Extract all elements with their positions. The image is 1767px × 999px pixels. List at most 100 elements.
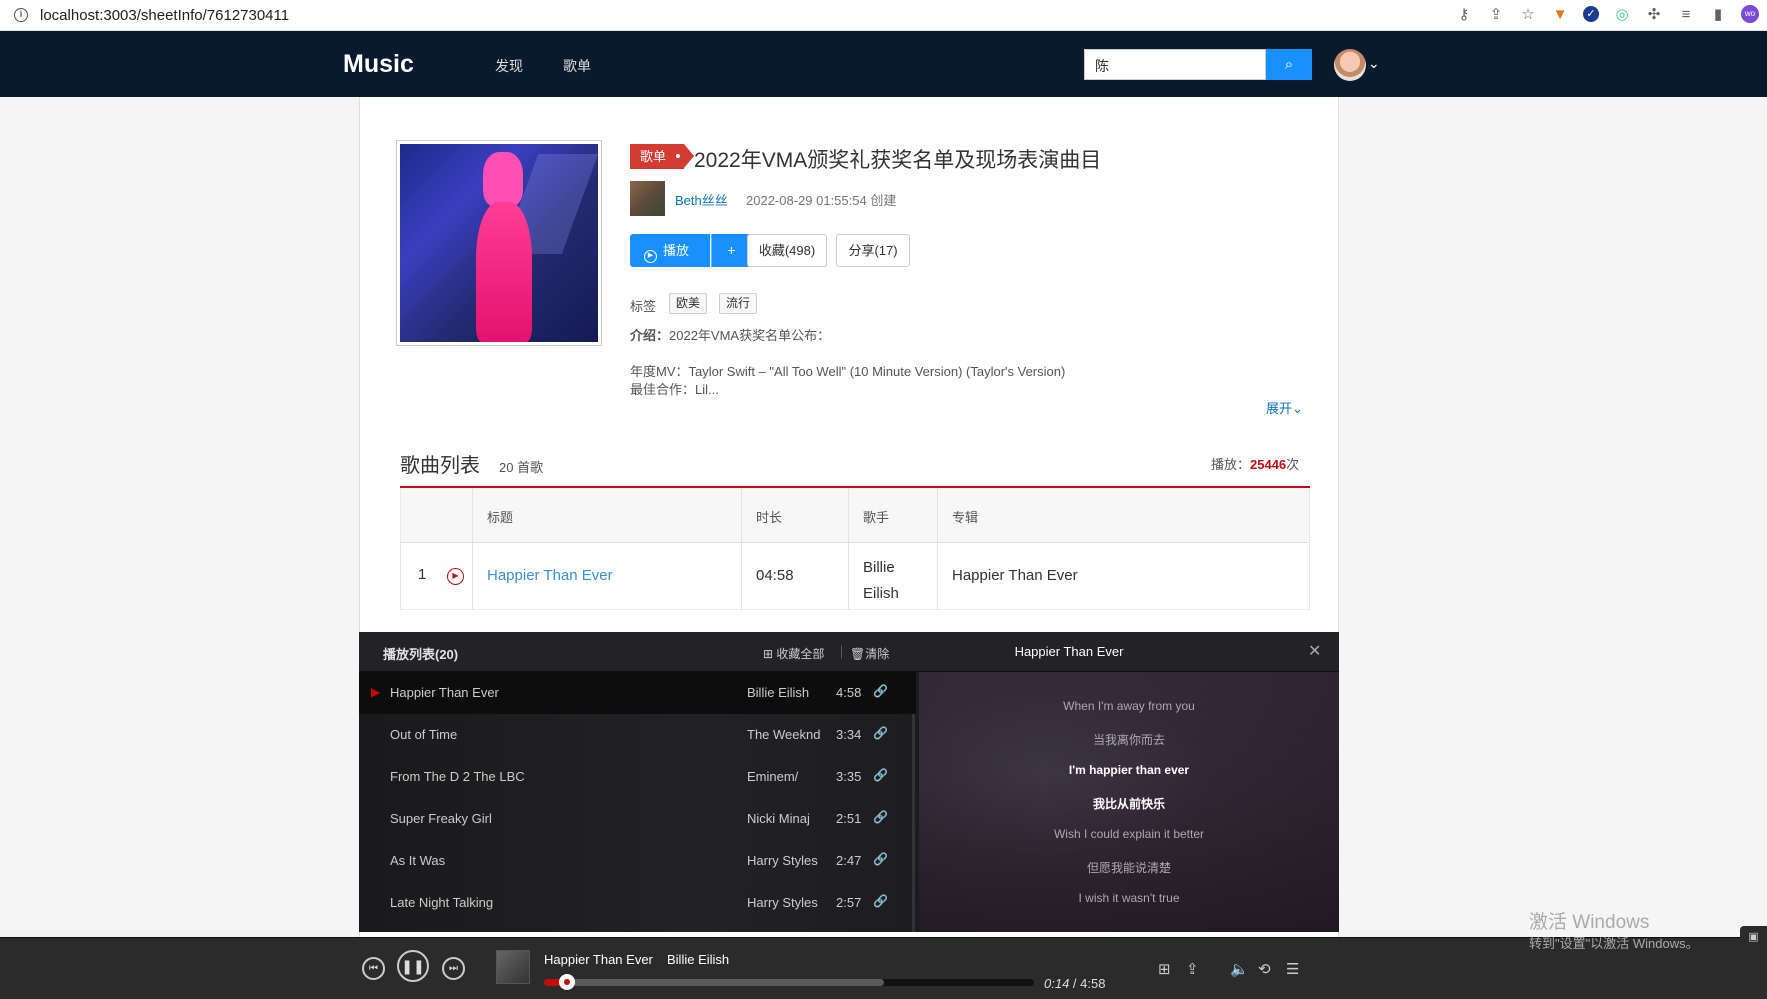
- buffer-bar: [544, 979, 884, 986]
- list-item[interactable]: From The D 2 The LBC Eminem/ 3:35 🔗: [359, 756, 916, 798]
- pause-icon: ❚❚: [401, 958, 425, 974]
- share-button[interactable]: 分享(17): [836, 234, 910, 267]
- lyric-line: Wish I could explain it better: [1053, 827, 1205, 841]
- side-panel-icon[interactable]: ▮: [1709, 5, 1727, 23]
- next-track-button[interactable]: ⏭: [442, 957, 465, 980]
- site-logo[interactable]: Music: [343, 50, 414, 79]
- play-button[interactable]: ▶ 播放: [630, 234, 710, 267]
- link-icon[interactable]: 🔗: [873, 684, 888, 698]
- play-circle-icon: ▶: [644, 250, 657, 263]
- check-extension-icon[interactable]: ✓: [1583, 6, 1599, 22]
- song-duration: 04:58: [756, 567, 794, 584]
- tag-chip[interactable]: 流行: [719, 293, 758, 314]
- volume-icon[interactable]: 🔈: [1230, 960, 1249, 978]
- list-item[interactable]: As It Was Harry Styles 2:47 🔗: [359, 840, 916, 882]
- song-count: 20 首歌: [499, 460, 544, 475]
- player-bar: ⏮ ❚❚ ⏭ Happier Than Ever Billie Eilish 0…: [0, 937, 1767, 999]
- share-icon[interactable]: ⇪: [1186, 960, 1199, 978]
- nav-playlists[interactable]: 歌单: [563, 56, 591, 76]
- chevron-down-icon[interactable]: ⌄: [1368, 55, 1380, 72]
- site-info-icon[interactable]: i: [14, 8, 28, 22]
- lyric-line-current: I'm happier than ever: [1068, 763, 1190, 777]
- chevron-down-icon: ⌄: [1292, 401, 1303, 416]
- creator-name[interactable]: Beth丝丝: [675, 190, 728, 209]
- intro-text: 最佳合作：Lil...: [630, 382, 719, 397]
- bookmark-star-icon[interactable]: ☆: [1519, 5, 1537, 23]
- playlist-panel-title: 播放列表(20): [383, 647, 459, 662]
- song-table-header: 标题 时长 歌手 专辑: [400, 488, 1310, 543]
- list-item[interactable]: Out of Time The Weeknd 3:34 🔗: [359, 714, 916, 756]
- system-tray-icon[interactable]: ▣: [1740, 926, 1767, 948]
- user-avatar[interactable]: [1334, 49, 1366, 81]
- tag-chip[interactable]: 欧美: [669, 293, 708, 314]
- column-header-album: 专辑: [952, 510, 979, 525]
- play-circle-icon[interactable]: ▶: [447, 568, 464, 585]
- ring-extension-icon[interactable]: ◎: [1613, 5, 1631, 23]
- song-album-link[interactable]: Happier Than Ever: [952, 567, 1078, 584]
- link-icon[interactable]: 🔗: [873, 852, 888, 866]
- extensions-puzzle-icon[interactable]: ✣: [1645, 5, 1663, 23]
- key-icon[interactable]: ⚷: [1455, 5, 1473, 23]
- time-readout: 0:14 / 4:58: [1044, 976, 1106, 991]
- share-icon[interactable]: ⇪: [1487, 5, 1505, 23]
- pause-button[interactable]: ❚❚: [397, 950, 429, 982]
- trash-icon: 🗑: [850, 647, 866, 661]
- metamask-extension-icon[interactable]: ▼: [1551, 6, 1569, 23]
- song-list-title: 歌曲列表: [400, 455, 480, 477]
- repeat-icon[interactable]: ⟲: [1258, 960, 1271, 978]
- add-to-queue-button[interactable]: +: [711, 234, 751, 267]
- column-header-title: 标题: [487, 510, 514, 525]
- now-playing-title[interactable]: Happier Than Ever: [544, 952, 653, 967]
- address-url[interactable]: localhost:3003/sheetInfo/7612730411: [40, 7, 289, 24]
- link-icon[interactable]: 🔗: [873, 810, 888, 824]
- column-header-artist: 歌手: [863, 510, 890, 525]
- song-title-link[interactable]: Happier Than Ever: [487, 567, 613, 584]
- search-input[interactable]: 陈: [1084, 49, 1266, 80]
- lyric-line: 当我离你而去: [1092, 733, 1165, 747]
- list-item[interactable]: Late Night Talking Harry Styles 2:57 🔗: [359, 882, 916, 924]
- close-icon[interactable]: ✕: [1308, 641, 1321, 661]
- column-header-duration: 时长: [756, 510, 783, 525]
- link-icon[interactable]: 🔗: [873, 768, 888, 782]
- list-item[interactable]: ▶ Happier Than Ever Billie Eilish 4:58 🔗: [359, 672, 916, 714]
- previous-icon: ⏮: [369, 963, 378, 974]
- search-button[interactable]: ⌕: [1266, 49, 1312, 80]
- list-item[interactable]: Super Freaky Girl Nicki Minaj 2:51 🔗: [359, 798, 916, 840]
- search-icon: ⌕: [1284, 56, 1294, 73]
- now-playing-artist[interactable]: Billie Eilish: [667, 952, 729, 967]
- row-number: 1: [418, 566, 427, 583]
- lyric-line-current: 我比从前快乐: [1092, 797, 1165, 811]
- clear-button[interactable]: 🗑清除: [850, 645, 889, 662]
- collect-all-button[interactable]: ⊞ 收藏全部: [763, 645, 824, 662]
- playlist-cover: [396, 140, 602, 346]
- tags-label: 标签: [630, 299, 657, 314]
- table-row[interactable]: 1 ▶ Happier Than Ever 04:58 Billie Eilis…: [400, 543, 1310, 610]
- browser-address-bar: i localhost:3003/sheetInfo/7612730411 ⚷ …: [0, 0, 1767, 31]
- link-icon[interactable]: 🔗: [873, 726, 888, 740]
- progress-slider[interactable]: [544, 974, 1034, 990]
- progress-handle[interactable]: [559, 974, 576, 990]
- playlist-scrollbar[interactable]: [912, 714, 915, 932]
- previous-track-button[interactable]: ⏮: [362, 957, 385, 980]
- collect-button[interactable]: 收藏(498): [747, 234, 827, 267]
- playlist-panel: 播放列表(20) ⊞ 收藏全部 🗑清除 Happier Than Ever ✕ …: [359, 632, 1339, 932]
- playlist-icon[interactable]: ☰: [1286, 960, 1299, 978]
- site-header: Music 发现 歌单 陈 ⌕ ⌄: [0, 31, 1767, 97]
- intro-text: 年度MV：Taylor Swift – "All Too Well" (10 M…: [630, 364, 1066, 379]
- reading-list-icon[interactable]: ≡: [1677, 6, 1695, 23]
- browser-toolbar: ⚷ ⇪ ☆ ▼ ✓ ◎ ✣ ≡ ▮ wo: [1455, 5, 1759, 23]
- lyric-line: When I'm away from you: [1063, 699, 1195, 713]
- link-icon[interactable]: 🔗: [873, 894, 888, 908]
- nav-discover[interactable]: 发现: [495, 56, 523, 76]
- lyrics-song-title: Happier Than Ever: [1014, 644, 1124, 659]
- windows-activation-hint: 转到"设置"以激活 Windows。: [1529, 936, 1699, 951]
- creator-avatar[interactable]: [630, 181, 665, 216]
- profile-extension-icon[interactable]: wo: [1741, 5, 1759, 23]
- playlist-panel-header: 播放列表(20) ⊞ 收藏全部 🗑清除 Happier Than Ever ✕: [359, 632, 1339, 672]
- add-to-playlist-icon[interactable]: ⊞: [1158, 960, 1171, 978]
- now-playing-thumbnail[interactable]: [496, 950, 530, 984]
- folder-add-icon: ⊞: [763, 647, 774, 661]
- cover-performer: [468, 152, 538, 342]
- song-artist-link[interactable]: Billie Eilish: [863, 555, 923, 607]
- expand-link[interactable]: 展开⌄: [1266, 398, 1303, 417]
